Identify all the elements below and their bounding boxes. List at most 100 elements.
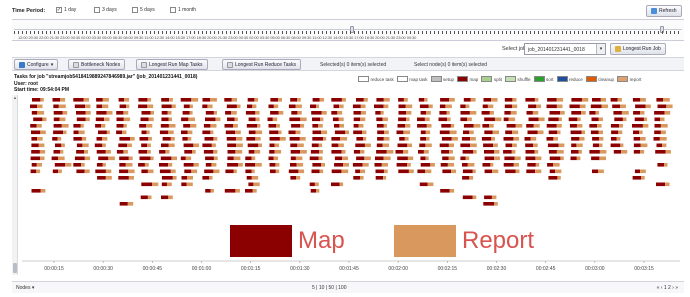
report-phase-bar bbox=[274, 150, 282, 154]
report-phase-bar bbox=[493, 143, 498, 148]
map-phase-bar bbox=[352, 163, 363, 167]
map-phase-bar bbox=[141, 182, 153, 187]
report-phase-bar bbox=[405, 124, 411, 128]
report-phase-bar bbox=[660, 117, 665, 122]
map-phase-bar bbox=[462, 163, 468, 167]
time-period-3-days[interactable]: 3 days bbox=[94, 7, 117, 13]
report-phase-bar bbox=[297, 111, 302, 115]
longest-run-map-tasks-button[interactable]: Longest Run Map Tasks bbox=[136, 59, 208, 70]
longest-run-job-button[interactable]: Longest Run Job bbox=[610, 43, 666, 55]
report-phase-bar bbox=[297, 98, 301, 102]
map-phase-bar bbox=[226, 104, 237, 109]
map-phase-bar bbox=[334, 156, 343, 161]
map-phase-bar bbox=[460, 111, 470, 115]
report-phase-bar bbox=[316, 104, 319, 109]
job-start-time: Start time: 09:54:04 PM bbox=[14, 87, 70, 93]
scrollbar-thumb[interactable] bbox=[13, 263, 17, 273]
timeline-slider[interactable]: 12:00 20:30 22:00 21:30 23:00 00:30 02:0… bbox=[12, 19, 684, 41]
map-phase-bar bbox=[484, 169, 493, 174]
report-phase-bar bbox=[512, 104, 518, 109]
map-phase-bar bbox=[183, 143, 194, 148]
report-phase-bar bbox=[360, 111, 366, 115]
report-phase-bar bbox=[275, 169, 280, 174]
page-navigation[interactable]: « ‹ 1 2 › » bbox=[657, 285, 678, 291]
report-phase-bar bbox=[40, 98, 44, 102]
report-phase-bar bbox=[37, 104, 43, 109]
selected-nodes-status[interactable]: Select node(s) 0 item(s) selected bbox=[414, 62, 487, 68]
map-phase-bar bbox=[439, 143, 449, 148]
report-phase-bar bbox=[147, 150, 151, 154]
checkbox-icon[interactable] bbox=[170, 7, 176, 13]
x-tick-label: 00:03:15 bbox=[634, 266, 654, 272]
report-phase-bar bbox=[535, 169, 542, 174]
time-period-5-days[interactable]: 5 days bbox=[132, 7, 155, 13]
legend-label: map bbox=[469, 76, 479, 82]
chevron-down-icon[interactable]: ▾ bbox=[596, 44, 605, 54]
map-phase-bar bbox=[53, 111, 63, 115]
report-phase-bar bbox=[381, 163, 388, 167]
map-phase-bar bbox=[159, 163, 169, 167]
map-phase-bar bbox=[484, 195, 492, 200]
report-phase-bar bbox=[358, 124, 364, 128]
report-phase-bar bbox=[102, 143, 106, 148]
report-phase-bar bbox=[534, 150, 539, 154]
report-phase-bar bbox=[274, 143, 280, 148]
report-phase-bar bbox=[639, 130, 643, 135]
map-phase-bar bbox=[654, 124, 661, 128]
bottleneck-nodes-button[interactable]: Bottleneck Nodes bbox=[68, 59, 126, 70]
map-phase-bar bbox=[527, 130, 538, 135]
report-phase-bar bbox=[470, 98, 476, 102]
page-size-selector[interactable]: 5 | 10 | 50 | 100 bbox=[312, 285, 346, 291]
report-phase-bar bbox=[234, 117, 238, 122]
report-phase-bar bbox=[316, 189, 320, 193]
report-phase-bar bbox=[251, 169, 255, 174]
report-phase-bar bbox=[122, 130, 127, 135]
map-phase-bar bbox=[571, 137, 580, 141]
map-phase-bar bbox=[288, 169, 299, 174]
report-phase-bar bbox=[343, 163, 349, 167]
map-phase-bar bbox=[419, 104, 429, 109]
report-phase-bar bbox=[190, 124, 197, 128]
longest-run-reduce-tasks-button[interactable]: Longest Run Reduce Tasks bbox=[222, 59, 302, 70]
legend-swatch bbox=[585, 76, 597, 82]
map-phase-bar bbox=[331, 169, 342, 174]
report-phase-bar bbox=[168, 143, 175, 148]
report-phase-bar bbox=[581, 98, 589, 102]
map-phase-bar bbox=[395, 150, 403, 154]
refresh-button[interactable]: Refresh bbox=[646, 5, 682, 17]
task-icon bbox=[227, 61, 233, 68]
time-period-1-month[interactable]: 1 month bbox=[170, 7, 196, 13]
task-gantt-chart: 00:00:15 00:00:30 00:00:45 00:01:00 00:01:15… bbox=[12, 95, 682, 275]
nodes-menu[interactable]: Nodes ▾ bbox=[16, 285, 34, 291]
report-phase-bar bbox=[211, 163, 217, 167]
configure-button[interactable]: Configure ▾ bbox=[14, 59, 59, 70]
vertical-scrollbar[interactable]: ▲ bbox=[12, 95, 18, 275]
report-phase-bar bbox=[102, 137, 108, 141]
report-phase-bar bbox=[235, 130, 241, 135]
map-phase-bar bbox=[546, 104, 557, 109]
checkbox-icon[interactable] bbox=[94, 7, 100, 13]
checkbox-checked-icon[interactable]: ✓ bbox=[56, 7, 62, 13]
map-phase-bar bbox=[462, 150, 474, 154]
x-tick-label: 00:03:00 bbox=[585, 266, 605, 272]
select-job-dropdown[interactable]: job_201401231441_0018 ▾ bbox=[524, 43, 606, 55]
map-phase-bar bbox=[248, 182, 254, 187]
checkbox-icon[interactable] bbox=[132, 7, 138, 13]
legend-swatch bbox=[396, 76, 408, 82]
map-phase-bar bbox=[462, 176, 470, 180]
map-phase-bar bbox=[31, 143, 39, 148]
map-phase-bar bbox=[312, 163, 322, 167]
report-phase-bar bbox=[171, 104, 176, 109]
map-phase-bar bbox=[312, 117, 321, 122]
report-phase-bar bbox=[556, 98, 564, 102]
report-phase-bar bbox=[191, 169, 198, 174]
time-period-1-day[interactable]: ✓ 1 day bbox=[56, 7, 76, 13]
report-phase-bar bbox=[640, 169, 646, 174]
map-phase-bar bbox=[438, 117, 448, 122]
map-phase-bar bbox=[526, 124, 534, 128]
map-phase-bar bbox=[614, 117, 623, 122]
report-phase-bar bbox=[188, 117, 195, 122]
map-phase-bar bbox=[159, 130, 169, 135]
map-phase-bar bbox=[589, 124, 598, 128]
scroll-up-icon[interactable]: ▲ bbox=[12, 95, 18, 100]
